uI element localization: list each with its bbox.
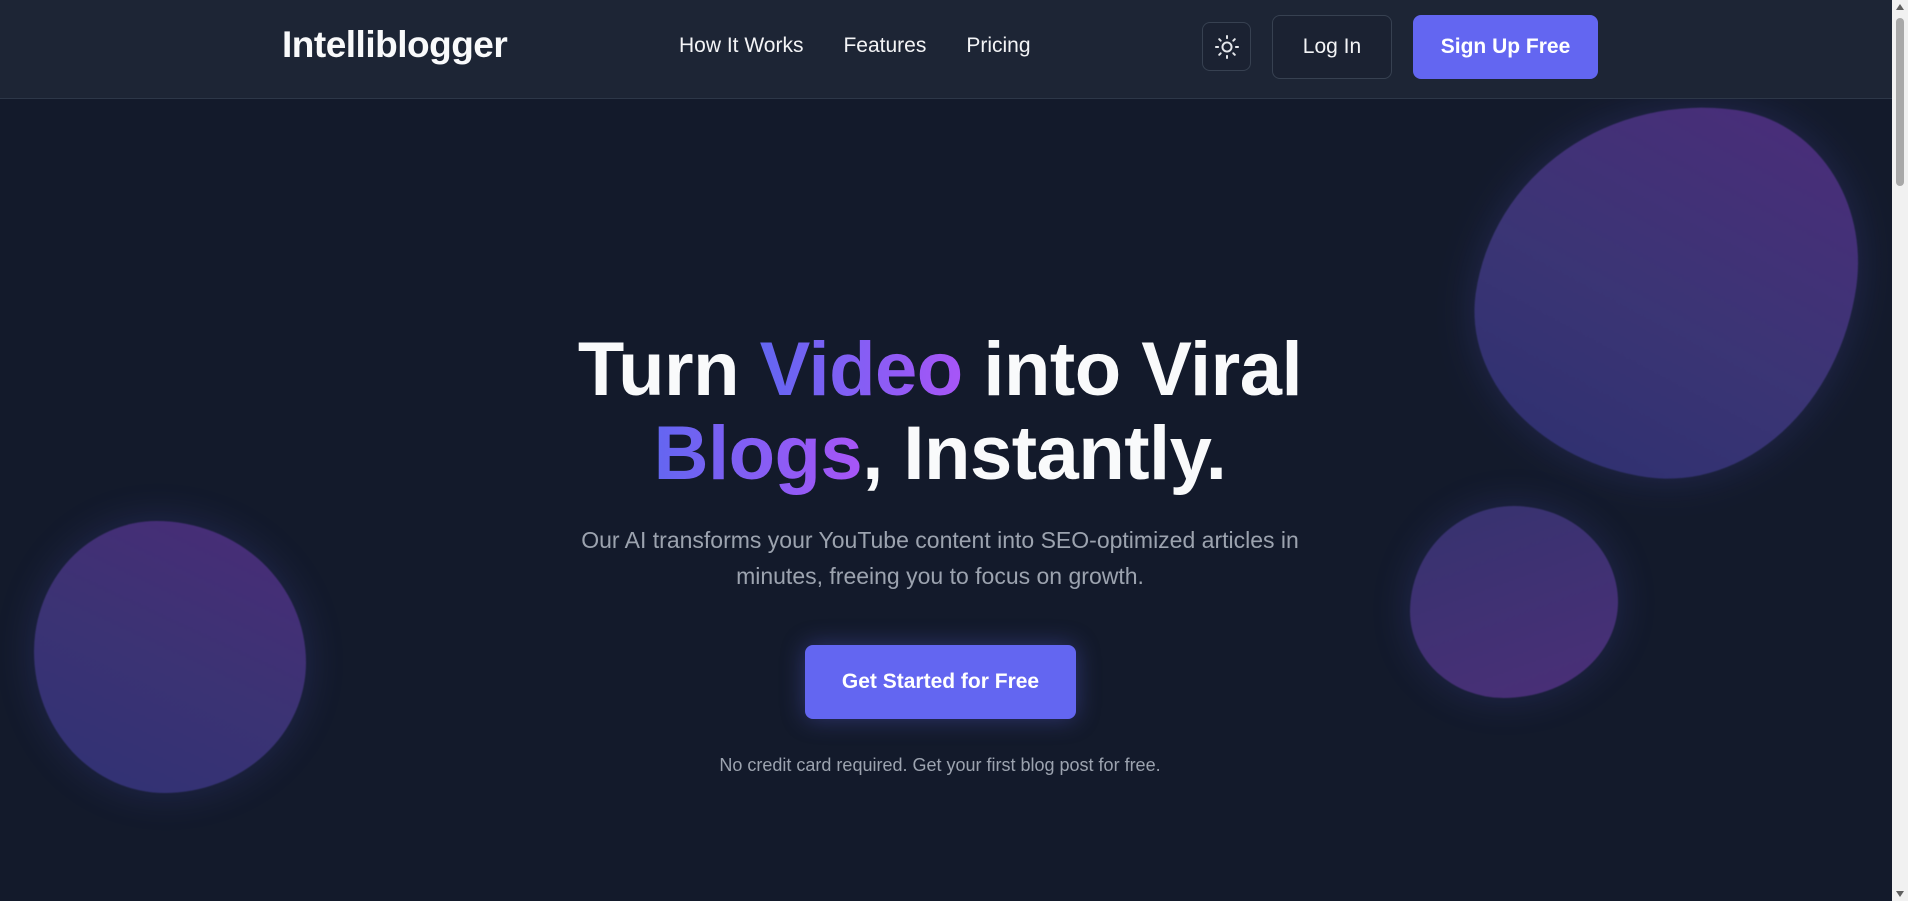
hero-title-highlight-video: Video xyxy=(759,327,964,412)
site-header: Intelliblogger How It Works Features Pri… xyxy=(0,0,1892,99)
hero-note: No credit card required. Get your first … xyxy=(719,755,1161,775)
hero-title-part-1: Turn xyxy=(577,327,760,412)
nav-link-pricing[interactable]: Pricing xyxy=(966,34,1030,58)
get-started-button[interactable]: Get Started for Free xyxy=(805,645,1076,719)
hero-title-highlight-blogs: Blogs xyxy=(653,411,863,496)
hero-subtitle: Our AI transforms your YouTube content i… xyxy=(581,527,1299,589)
hero-title: Turn Video into Viral Blogs, Instantly. xyxy=(440,328,1440,496)
main-nav: How It Works Features Pricing xyxy=(679,34,1031,58)
scroll-up-arrow-icon[interactable] xyxy=(1896,4,1904,10)
vertical-scrollbar[interactable] xyxy=(1892,0,1908,901)
scrollbar-thumb[interactable] xyxy=(1896,18,1904,186)
nav-link-how-it-works[interactable]: How It Works xyxy=(679,34,803,58)
theme-toggle-button[interactable] xyxy=(1202,22,1251,71)
landing-page: Intelliblogger How It Works Features Pri… xyxy=(0,0,1908,901)
hero-section: Turn Video into Viral Blogs, Instantly. O… xyxy=(0,98,1892,901)
sun-icon xyxy=(1214,34,1239,59)
login-button[interactable]: Log In xyxy=(1272,15,1392,79)
signup-button[interactable]: Sign Up Free xyxy=(1413,15,1598,79)
hero-title-part-3: , Instantly. xyxy=(862,411,1227,496)
logo[interactable]: Intelliblogger xyxy=(282,24,508,66)
hero-title-part-2: into Viral xyxy=(962,327,1303,412)
nav-link-features[interactable]: Features xyxy=(843,34,926,58)
scroll-down-arrow-icon[interactable] xyxy=(1896,891,1904,897)
